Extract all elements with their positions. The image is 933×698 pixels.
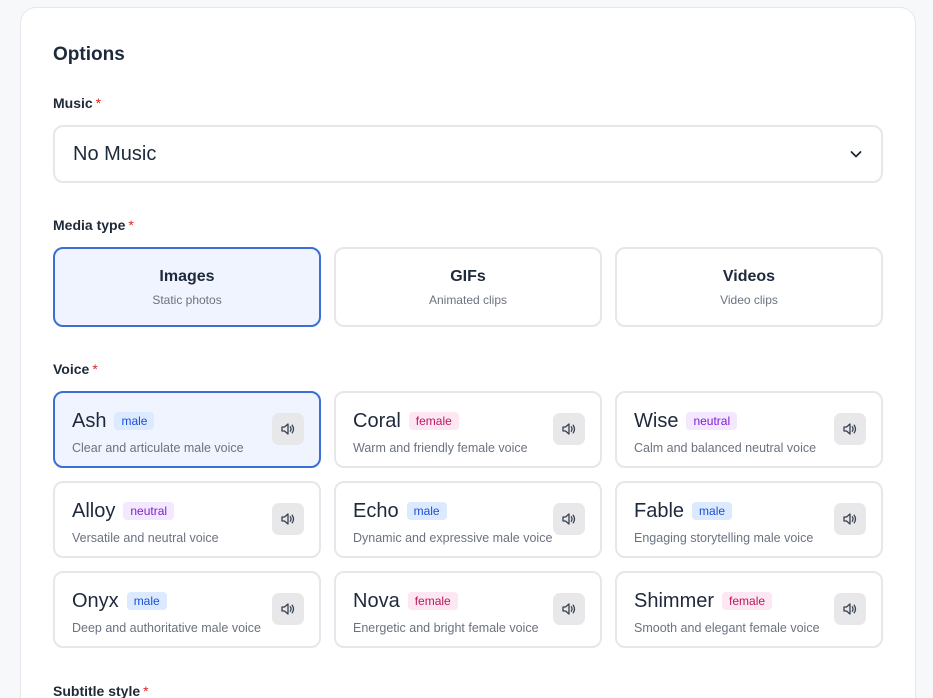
voice-name: Echo	[353, 499, 399, 522]
voice-name: Ash	[72, 409, 107, 432]
voice-option-ash[interactable]: Ash male Clear and articulate male voice	[53, 391, 321, 468]
voice-name: Alloy	[72, 499, 116, 522]
gender-badge: male	[692, 502, 733, 520]
gender-badge: male	[126, 592, 167, 610]
speaker-icon	[561, 421, 577, 437]
gender-badge: neutral	[123, 502, 175, 520]
media-option-videos[interactable]: Videos Video clips	[615, 247, 883, 327]
play-sample-button[interactable]	[272, 413, 304, 445]
required-mark: *	[92, 361, 98, 377]
voice-option-wise[interactable]: Wise neutral Calm and balanced neutral voi…	[615, 391, 883, 468]
voice-label: Voice *	[53, 361, 98, 377]
play-sample-button[interactable]	[834, 593, 866, 625]
voice-name: Wise	[634, 409, 679, 432]
play-sample-button[interactable]	[553, 593, 585, 625]
media-option-images[interactable]: Images Static photos	[53, 247, 321, 327]
speaker-icon	[842, 421, 858, 437]
media-option-subtitle: Video clips	[720, 292, 778, 307]
play-sample-button[interactable]	[272, 593, 304, 625]
media-type-options: Images Static photos GIFs Animated clips Vid…	[53, 247, 883, 327]
chevron-down-icon	[850, 151, 862, 158]
media-type-label: Media type *	[53, 217, 134, 233]
play-sample-button[interactable]	[553, 413, 585, 445]
options-panel: Options Music * No Music Media type * Imag…	[20, 7, 916, 698]
gender-badge: female	[407, 592, 458, 610]
voice-name: Shimmer	[634, 589, 715, 612]
speaker-icon	[561, 601, 577, 617]
required-mark: *	[95, 95, 102, 111]
speaker-icon	[280, 601, 296, 617]
voice-name: Coral	[353, 409, 401, 432]
voice-option-alloy[interactable]: Alloy neutral Versatile and neutral voice	[53, 481, 321, 558]
media-option-subtitle: Static photos	[152, 292, 222, 307]
media-option-subtitle: Animated clips	[428, 292, 508, 307]
voice-option-coral[interactable]: Coral female Warm and friendly female voic…	[334, 391, 602, 468]
play-sample-button[interactable]	[834, 413, 866, 445]
music-select-value: No Music	[73, 142, 157, 165]
voice-option-nova[interactable]: Nova female Energetic and bright female vo…	[334, 571, 602, 648]
required-mark: *	[143, 683, 149, 698]
gender-badge: male	[406, 502, 447, 520]
voice-option-fable[interactable]: Fable male Engaging storytelling male voic…	[615, 481, 883, 558]
gender-badge: neutral	[686, 412, 738, 430]
voice-label-text: Voice	[53, 361, 90, 377]
gender-badge: female	[722, 592, 773, 610]
gender-badge: female	[408, 412, 459, 430]
voice-name: Onyx	[72, 589, 119, 612]
voice-option-shimmer[interactable]: Shimmer female Smooth and elegant female v…	[615, 571, 883, 648]
media-option-title: GIFs	[450, 267, 486, 285]
play-sample-button[interactable]	[834, 503, 866, 535]
voice-name: Nova	[353, 589, 400, 612]
subtitle-style-label-text: Subtitle style	[53, 683, 141, 698]
play-sample-button[interactable]	[553, 503, 585, 535]
media-option-title: Videos	[722, 267, 776, 285]
media-option-title: Images	[159, 267, 215, 285]
subtitle-style-label: Subtitle style *	[53, 683, 149, 698]
voice-option-onyx[interactable]: Onyx male Deep and authoritative male voic…	[53, 571, 321, 648]
voice-option-echo[interactable]: Echo male Dynamic and expressive male voic…	[334, 481, 602, 558]
voice-name: Fable	[634, 499, 685, 522]
speaker-icon	[280, 511, 296, 527]
required-mark: *	[128, 217, 134, 233]
play-sample-button[interactable]	[272, 503, 304, 535]
music-label: Music *	[53, 95, 101, 111]
speaker-icon	[280, 421, 296, 437]
music-label-text: Music	[53, 95, 93, 111]
voice-options: Ash male Clear and articulate male voice Co…	[53, 391, 883, 648]
speaker-icon	[561, 511, 577, 527]
music-select[interactable]: No Music	[53, 125, 883, 183]
section-title: Options	[53, 44, 125, 65]
speaker-icon	[842, 511, 858, 527]
gender-badge: male	[114, 412, 155, 430]
speaker-icon	[842, 601, 858, 617]
media-option-gifs[interactable]: GIFs Animated clips	[334, 247, 602, 327]
media-type-label-text: Media type	[53, 217, 126, 233]
